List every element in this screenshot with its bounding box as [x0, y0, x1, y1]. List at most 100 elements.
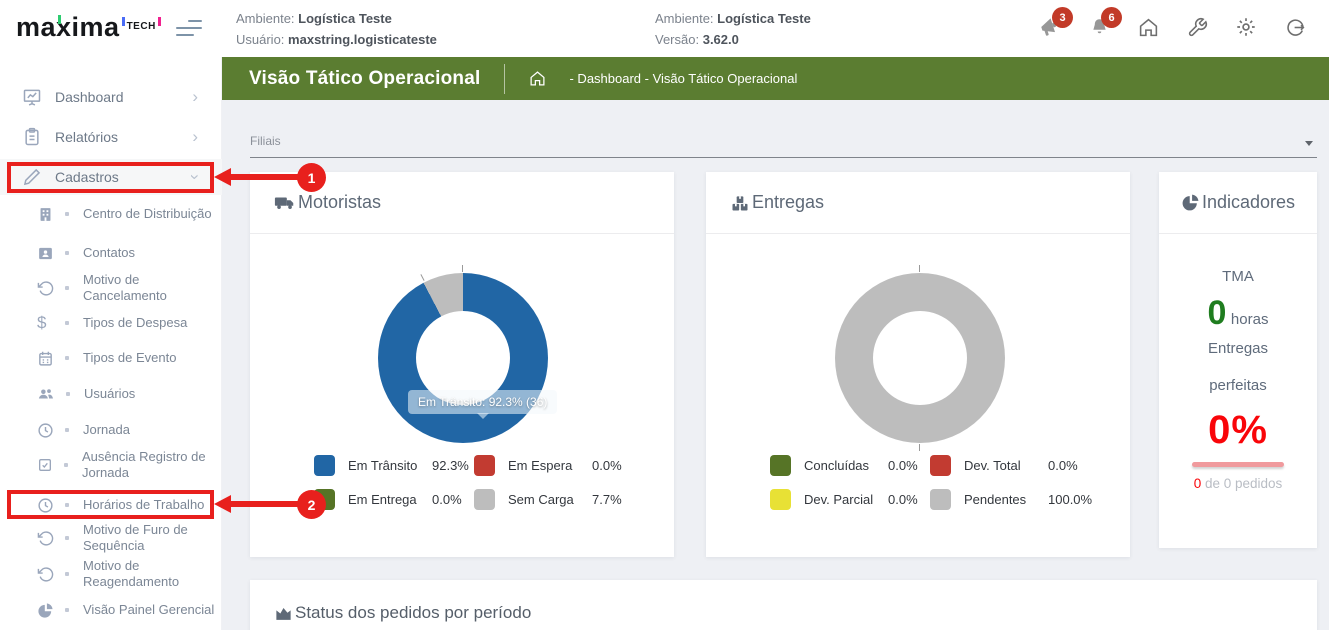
legend-item: Dev. Parcial 0.0%: [770, 489, 930, 510]
notifications-button[interactable]: 6: [1087, 15, 1111, 39]
sidebar-item-dashboard[interactable]: Dashboard ›: [0, 79, 222, 115]
sidebar-label: Relatórios: [55, 129, 118, 145]
tma-unit: horas: [1231, 311, 1269, 328]
legend-item: Sem Carga 7.7%: [474, 489, 622, 510]
chevron-right-icon: ›: [192, 92, 198, 102]
sidebar-item-relatorios[interactable]: Relatórios ›: [0, 119, 222, 155]
undo-icon: [37, 280, 54, 297]
annotation-arrow-2: [230, 501, 298, 507]
environment-version-info: Ambiente: Logística Teste Versão: 3.62.0: [655, 8, 811, 50]
tools-button[interactable]: [1185, 15, 1209, 39]
hamburger-menu-icon[interactable]: [176, 20, 202, 41]
sidebar-label: Tipos de Despesa: [83, 315, 215, 331]
top-header: maxima TECH Ambiente: Logística Teste Us…: [0, 0, 1329, 57]
legend-value: 0.0%: [888, 492, 918, 507]
motoristas-donut-chart[interactable]: [378, 273, 548, 443]
logo-blue-tick: [122, 17, 125, 26]
ambiente2-label: Ambiente:: [655, 11, 714, 26]
app-window: maxima TECH Ambiente: Logística Teste Us…: [0, 0, 1329, 630]
environment-user-info: Ambiente: Logística Teste Usuário: maxst…: [236, 8, 437, 50]
bullet: [65, 321, 69, 325]
sidebar-item-jornada[interactable]: Jornada: [0, 412, 222, 448]
undo-icon: [37, 566, 54, 583]
bullet: [65, 251, 69, 255]
page-titlebar: Visão Tático Operacional - Dashboard - V…: [222, 57, 1329, 100]
sidebar: Dashboard › Relatórios › Cadastros › Cen…: [0, 57, 222, 630]
truck-icon: [274, 192, 296, 214]
legend-swatch: [474, 455, 495, 476]
sidebar-item-visao-painel-gerencial[interactable]: Visão Painel Gerencial: [0, 592, 222, 628]
legend-label: Em Trânsito: [348, 458, 422, 473]
settings-button[interactable]: [1234, 15, 1258, 39]
card-title: Entregas: [752, 192, 824, 213]
dashboard-icon: [22, 87, 42, 107]
versao-label: Versão:: [655, 32, 699, 47]
page-title: Visão Tático Operacional: [249, 68, 480, 90]
entregas-perfeitas-line1: Entregas: [1159, 340, 1317, 357]
logout-icon: [1285, 17, 1306, 38]
versao-value: 3.62.0: [703, 32, 739, 47]
ambiente-label: Ambiente:: [236, 11, 295, 26]
bullet: [65, 286, 69, 290]
contact-icon: [37, 245, 54, 262]
sidebar-item-usuarios[interactable]: Usuários: [0, 376, 222, 412]
legend-label: Em Entrega: [348, 492, 422, 507]
sidebar-item-motivo-de-furo-de-sequencia[interactable]: Motivo de Furo de Sequência: [0, 520, 222, 556]
sidebar-label: Dashboard: [55, 89, 124, 105]
chart-tick: [919, 444, 920, 451]
sidebar-item-motivo-de-cancelamento[interactable]: Motivo de Cancelamento: [0, 270, 222, 306]
sidebar-item-centro-de-distribuicao[interactable]: Centro de Distribuição: [0, 196, 222, 232]
bullet: [65, 572, 69, 576]
gear-icon: [1235, 16, 1257, 38]
sidebar-item-tipos-de-despesa[interactable]: $ Tipos de Despesa: [0, 305, 222, 341]
home-button[interactable]: [1136, 15, 1160, 39]
maxima-logo[interactable]: maxima TECH: [16, 12, 161, 42]
calendar-icon: [37, 350, 54, 367]
sidebar-item-contatos[interactable]: Contatos: [0, 235, 222, 271]
breadcrumb-home-icon[interactable]: [529, 70, 546, 87]
pedidos-rest: de 0 pedidos: [1201, 476, 1282, 491]
main-content: Filiais Motoristas Em Trânsito: 92.3% (3…: [222, 100, 1329, 630]
card-title: Status dos pedidos por período: [295, 603, 531, 623]
bar-chart-icon: [274, 604, 293, 623]
legend-value: 100.0%: [1048, 492, 1092, 507]
reports-icon: [22, 127, 42, 147]
announcements-button[interactable]: 3: [1038, 15, 1062, 39]
breadcrumb: - Dashboard - Visão Tático Operacional: [569, 71, 797, 86]
filiais-select[interactable]: Filiais: [250, 128, 1317, 158]
sidebar-item-ausencia-registro-de-jornada[interactable]: Ausência Registro de Jornada: [0, 447, 222, 483]
clock-icon: [37, 422, 54, 439]
sidebar-label: Visão Painel Gerencial: [83, 602, 215, 618]
sidebar-label: Contatos: [83, 245, 215, 261]
bullet: [65, 536, 69, 540]
sidebar-label: Motivo de Furo de Sequência: [83, 522, 215, 554]
entregas-donut-chart[interactable]: [835, 273, 1005, 443]
motoristas-legend: Em Trânsito 92.3% Em Espera 0.0% Em Entr…: [314, 455, 622, 510]
bullet: [65, 356, 69, 360]
chevron-right-icon: ›: [192, 132, 198, 142]
sidebar-label: Centro de Distribuição: [83, 206, 215, 222]
annotation-arrow-1: [230, 174, 298, 180]
legend-swatch: [930, 455, 951, 476]
legend-value: 0.0%: [592, 458, 622, 473]
logo-pink-tick: [158, 17, 161, 26]
chart-tick: [919, 265, 920, 272]
boxes-icon: [730, 193, 750, 213]
bullet: [65, 428, 69, 432]
legend-item: Concluídas 0.0%: [770, 455, 930, 476]
entregas-perfeitas-line2: perfeitas: [1159, 377, 1317, 394]
legend-swatch: [770, 489, 791, 510]
sidebar-item-tipos-de-evento[interactable]: Tipos de Evento: [0, 340, 222, 376]
dollar-icon: $: [37, 313, 54, 333]
sidebar-item-motivo-de-reagendamento[interactable]: Motivo de Reagendamento: [0, 556, 222, 592]
entregas-legend: Concluídas 0.0% Dev. Total 0.0% Dev. Par…: [770, 455, 1092, 510]
legend-value: 92.3%: [432, 458, 469, 473]
bullet: [64, 463, 68, 467]
ambiente-value: Logística Teste: [298, 11, 392, 26]
logout-button[interactable]: [1283, 15, 1307, 39]
entregas-perfeitas-percent: 0%: [1159, 408, 1317, 453]
pie-icon: [37, 602, 54, 619]
legend-label: Concluídas: [804, 458, 878, 473]
chart-tooltip: Em Trânsito: 92.3% (36): [408, 390, 557, 414]
indicadores-card: Indicadores TMA 0 horas Entregas perfeit…: [1159, 172, 1317, 548]
